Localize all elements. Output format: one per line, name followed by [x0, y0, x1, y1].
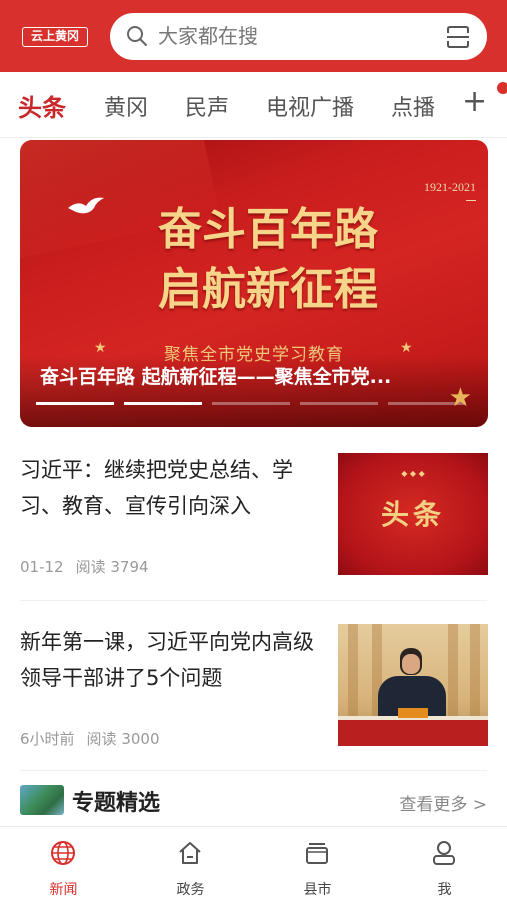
- add-channel-button[interactable]: +: [462, 84, 487, 119]
- app-logo[interactable]: 云上黄冈: [22, 27, 88, 47]
- thumb-title: 头条: [380, 498, 445, 531]
- star-icon: ★: [400, 340, 413, 356]
- tab-huanggang[interactable]: 黄冈: [104, 90, 148, 122]
- nav-label: 我: [437, 882, 452, 898]
- nav-label: 新闻: [49, 882, 78, 898]
- tab-toutiao[interactable]: 头条: [18, 88, 66, 123]
- home-icon: [179, 842, 201, 864]
- carousel-dot[interactable]: [124, 402, 202, 405]
- carousel-indicator: [36, 402, 476, 405]
- search-bar[interactable]: 大家都在搜: [110, 13, 487, 60]
- nav-government[interactable]: 政务: [127, 827, 254, 900]
- carousel-dot[interactable]: [300, 402, 378, 405]
- notification-dot: [497, 82, 507, 94]
- user-icon: [433, 841, 455, 865]
- tab-minsheng[interactable]: 民声: [185, 90, 229, 122]
- curtain-fold: [470, 624, 480, 719]
- news-date: 6小时前: [20, 730, 75, 748]
- channel-tabs: 头条 黄冈 民声 电视广播 点播 +: [0, 72, 507, 138]
- person-face: [402, 654, 420, 674]
- nav-me[interactable]: 我: [381, 827, 507, 900]
- news-date: 01-12: [20, 558, 64, 576]
- nav-label: 县市: [303, 882, 332, 898]
- search-icon: [127, 26, 147, 46]
- news-thumbnail[interactable]: [338, 624, 488, 746]
- banner-caption[interactable]: 奋斗百年路 起航新征程——聚焦全市党...: [40, 362, 470, 389]
- divider: [20, 770, 487, 771]
- curtain-fold: [448, 624, 458, 719]
- globe-icon: [51, 841, 75, 865]
- see-more-link[interactable]: 查看更多 >: [399, 790, 487, 815]
- layers-icon: [306, 843, 328, 864]
- carousel-dot[interactable]: [36, 402, 114, 405]
- news-title[interactable]: 习近平：继续把党史总结、学习、教育、宣传引向深入: [20, 452, 320, 524]
- divider: [20, 600, 487, 601]
- scan-icon[interactable]: [445, 24, 471, 50]
- banner-carousel[interactable]: 1921-2021 奋斗百年路 启航新征程 ★ 聚焦全市党史学习教育 ★ 奋斗百…: [20, 140, 488, 427]
- section-thumbnail: [20, 785, 64, 815]
- nameplate: [398, 708, 428, 718]
- dove-icon: [68, 197, 104, 214]
- tab-tv-radio[interactable]: 电视广播: [266, 90, 354, 122]
- news-meta: 6小时前 阅读 3000: [20, 728, 160, 749]
- news-reads: 阅读 3794: [75, 558, 149, 576]
- news-thumbnail[interactable]: ◆ ◆ ◆ 头条: [338, 453, 488, 575]
- nav-counties[interactable]: 县市: [254, 827, 381, 900]
- nav-news[interactable]: 新闻: [0, 827, 127, 900]
- desk: [338, 720, 488, 746]
- news-reads: 阅读 3000: [86, 730, 160, 748]
- banner-headline-line2: 启航新征程: [158, 264, 378, 315]
- section-title: 专题精选: [72, 791, 161, 816]
- news-title[interactable]: 新年第一课，习近平向党内高级领导干部讲了5个问题: [20, 624, 320, 696]
- banner-headline-line1: 奋斗百年路: [158, 204, 378, 255]
- tab-vod[interactable]: 点播: [391, 90, 435, 122]
- app-header: 云上黄冈 大家都在搜: [0, 0, 507, 72]
- curtain-fold: [348, 624, 358, 719]
- news-item[interactable]: 习近平：继续把党史总结、学习、教育、宣传引向深入 01-12 阅读 3794 ◆ …: [0, 450, 507, 590]
- news-meta: 01-12 阅读 3794: [20, 556, 149, 577]
- banner-year: 1921-2021: [424, 180, 476, 194]
- year-line: [466, 200, 476, 201]
- carousel-dot[interactable]: [212, 402, 290, 405]
- gold-star-icon: ★: [448, 383, 472, 413]
- nav-label: 政务: [176, 882, 205, 898]
- search-placeholder[interactable]: 大家都在搜: [158, 13, 258, 60]
- banner-headline: 奋斗百年路 启航新征程: [108, 200, 428, 320]
- thumb-small-text: ◆ ◆ ◆: [401, 469, 425, 478]
- bottom-nav: 新闻 政务 县市 我: [0, 826, 507, 900]
- news-item[interactable]: 新年第一课，习近平向党内高级领导干部讲了5个问题 6小时前 阅读 3000: [0, 622, 507, 762]
